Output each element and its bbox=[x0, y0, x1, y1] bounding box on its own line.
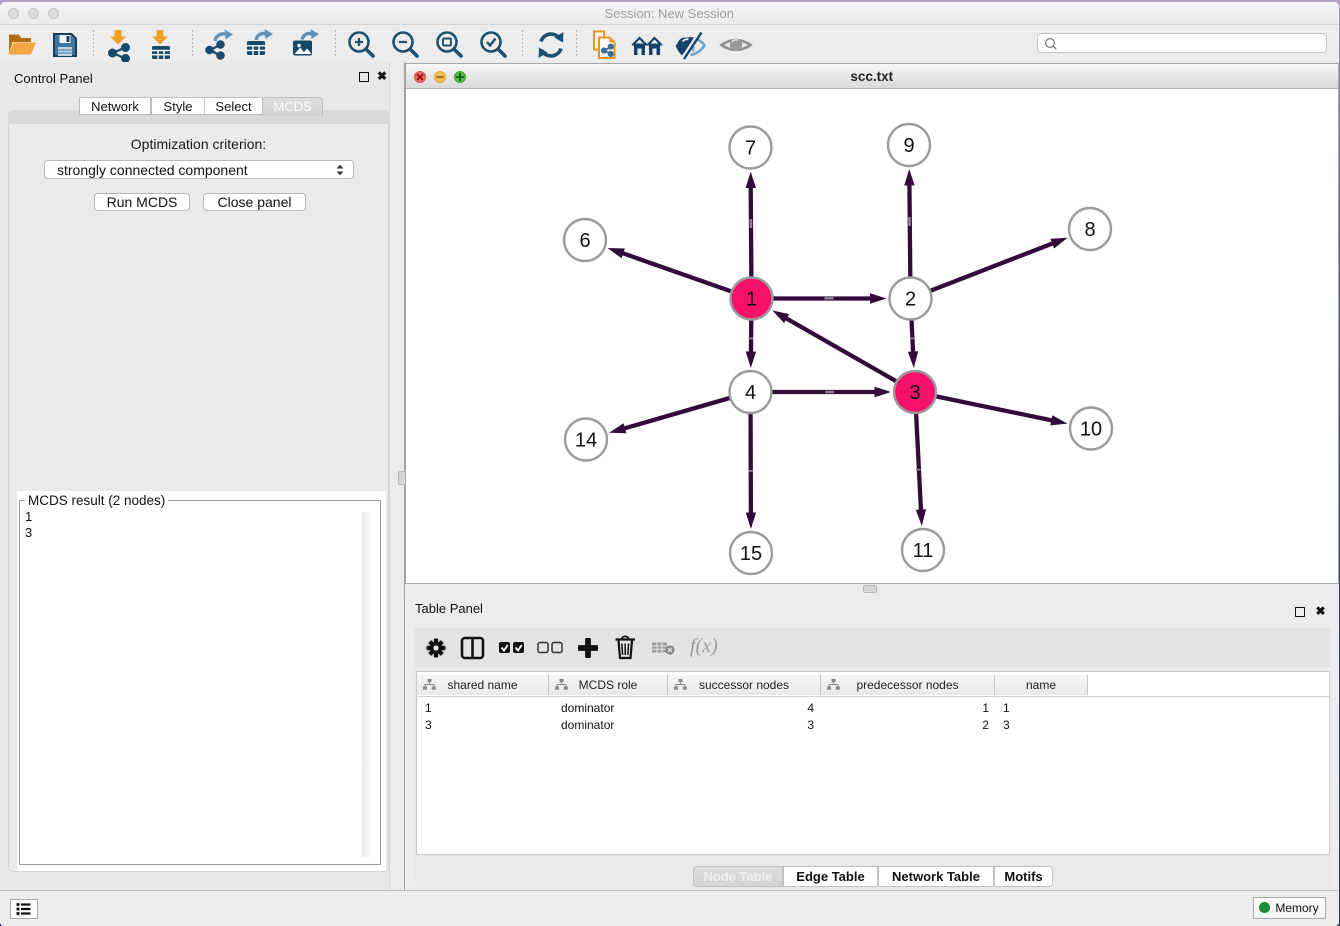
svg-text:9: 9 bbox=[903, 135, 914, 157]
svg-text:3: 3 bbox=[909, 382, 920, 404]
svg-text:4: 4 bbox=[745, 382, 756, 404]
svg-text:11: 11 bbox=[913, 540, 934, 562]
svg-text:8: 8 bbox=[1084, 219, 1095, 241]
svg-text:14: 14 bbox=[575, 430, 597, 452]
svg-text:10: 10 bbox=[1080, 419, 1102, 441]
svg-text:6: 6 bbox=[579, 230, 590, 252]
svg-text:1: 1 bbox=[746, 289, 757, 311]
svg-text:15: 15 bbox=[740, 543, 762, 565]
svg-text:7: 7 bbox=[745, 138, 756, 160]
svg-text:2: 2 bbox=[905, 289, 916, 311]
